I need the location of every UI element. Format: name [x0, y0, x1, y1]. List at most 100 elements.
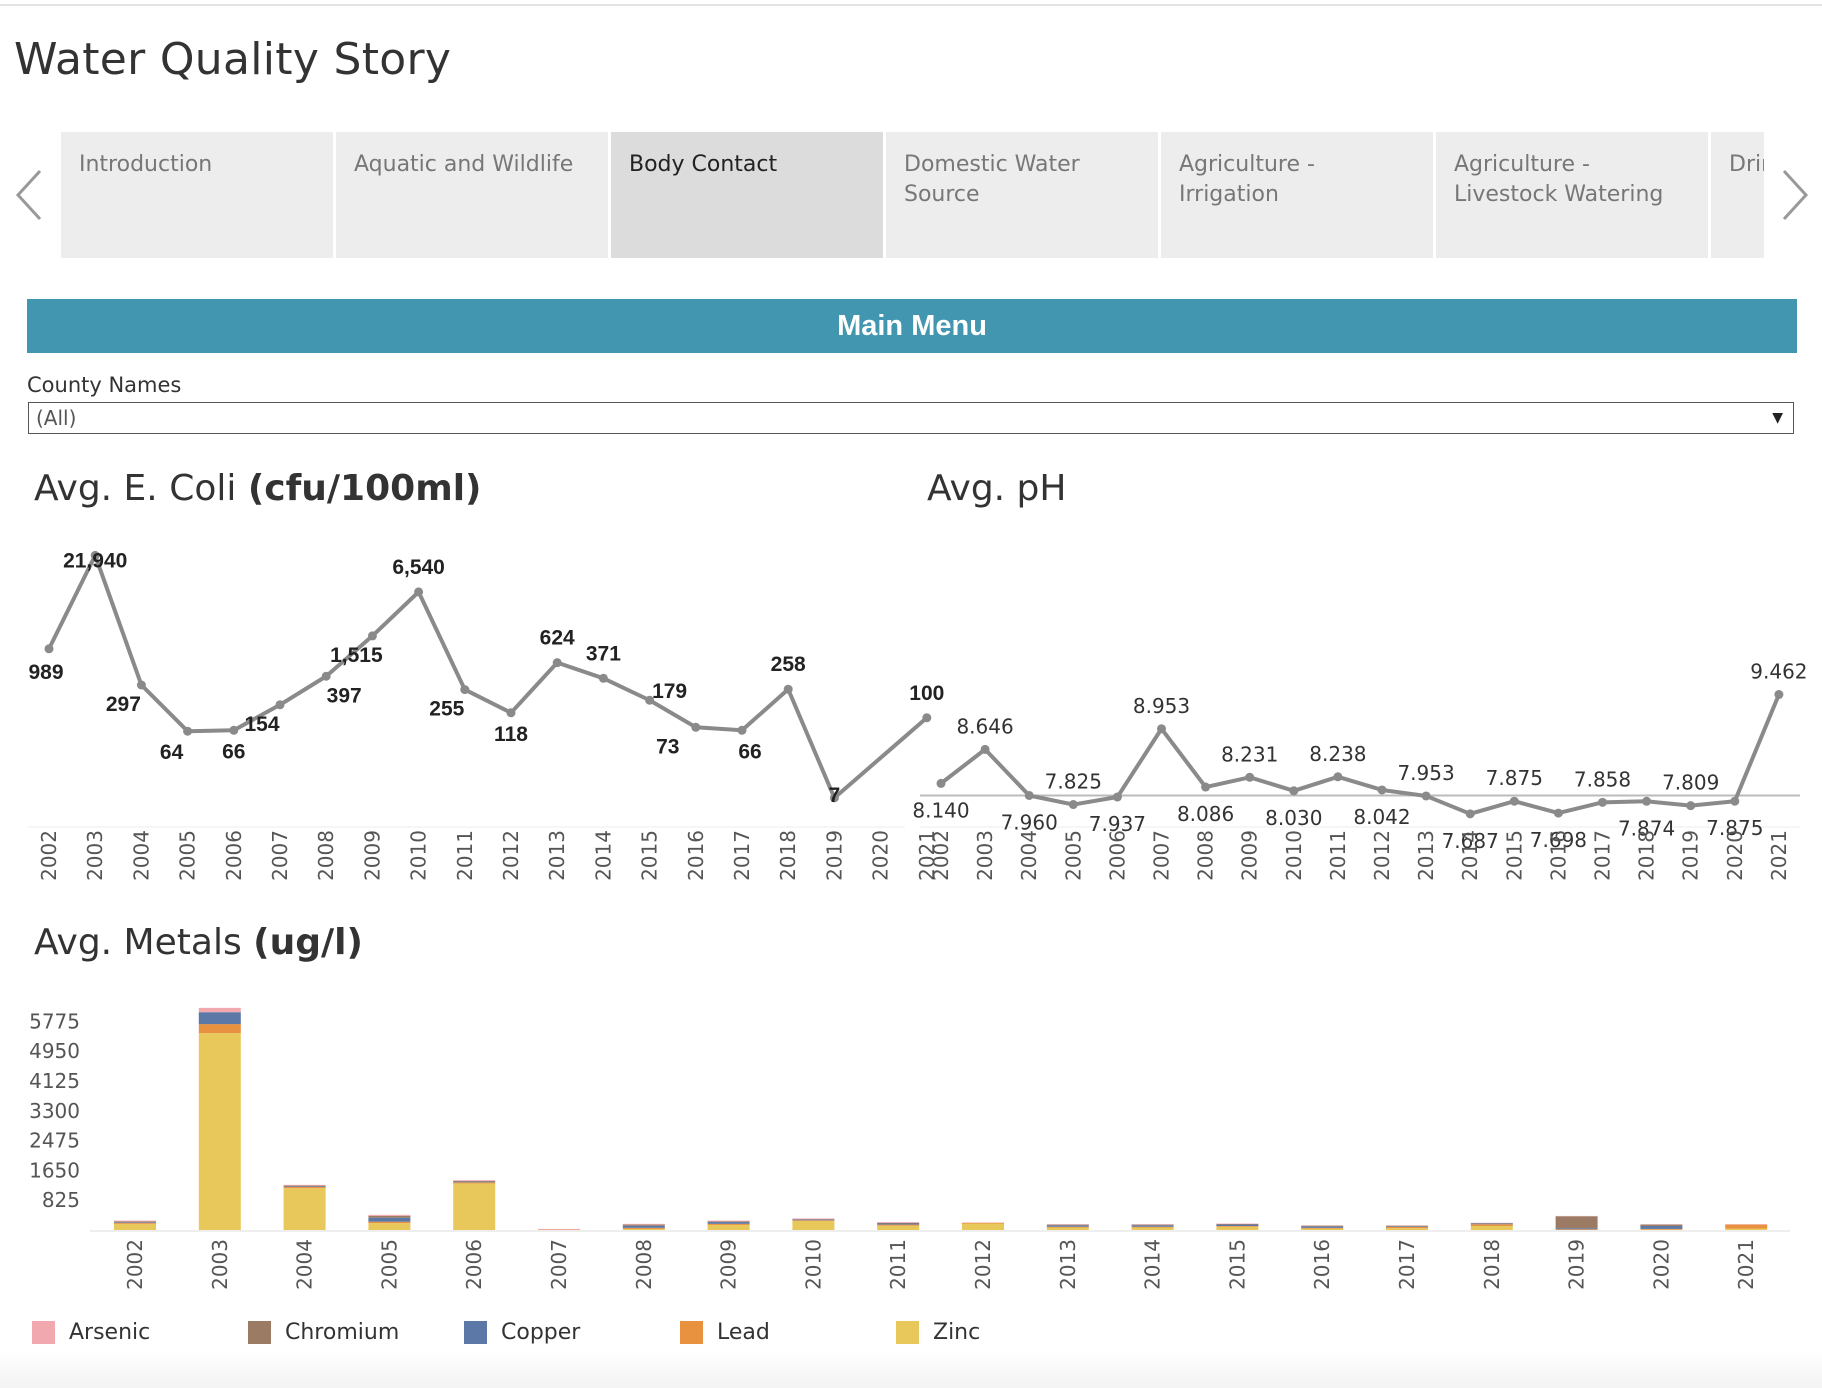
main-menu-button[interactable]: Main Menu — [27, 299, 1797, 353]
metals-bar-2010-zinc — [792, 1220, 835, 1230]
tab-agriculture-livestock-watering[interactable]: Agriculture - Livestock Watering — [1436, 132, 1708, 258]
metals-x-tick-2020: 2020 — [1649, 1239, 1673, 1290]
metals-y-tick-1650: 1650 — [29, 1158, 80, 1182]
ecoli-point-2017 — [737, 725, 747, 735]
metals-bar-2005-chromium — [368, 1215, 411, 1218]
ecoli-point-2005 — [183, 726, 193, 736]
ecoli-data-label-2012: 118 — [494, 723, 528, 746]
ph-point-2002 — [936, 778, 946, 788]
metals-bar-2016-chromium — [1301, 1225, 1344, 1227]
ecoli-x-tick-2008: 2008 — [314, 830, 338, 881]
ph-point-2005 — [1068, 800, 1078, 810]
previous-arrow-icon[interactable] — [12, 165, 46, 225]
metals-y-tick-4950: 4950 — [29, 1039, 80, 1063]
ecoli-point-2012 — [506, 708, 516, 718]
metals-bar-2011-arsenic — [877, 1222, 920, 1223]
ph-x-tick-2017: 2017 — [1591, 830, 1615, 881]
ecoli-x-tick-2012: 2012 — [499, 830, 523, 881]
metals-bar-2017-copper — [1386, 1226, 1428, 1227]
metals-y-tick-3300: 3300 — [29, 1099, 80, 1123]
tab-aquatic-and-wildlife[interactable]: Aquatic and Wildlife — [336, 132, 608, 258]
metals-bar-2009-copper — [707, 1222, 750, 1224]
metals-x-tick-2008: 2008 — [632, 1239, 656, 1290]
ph-x-tick-2005: 2005 — [1061, 830, 1085, 881]
tab-domestic-water-source[interactable]: Domestic Water Source — [886, 132, 1158, 258]
metals-bar-2010-arsenic — [792, 1218, 835, 1220]
ecoli-x-tick-2016: 2016 — [684, 830, 708, 881]
metals-x-tick-2003: 2003 — [208, 1239, 232, 1290]
metals-bar-2016-zinc — [1301, 1228, 1344, 1230]
metals-bar-2019-chromium — [1555, 1216, 1598, 1229]
metals-bar-2006-zinc — [453, 1183, 496, 1230]
metals-bar-2009-zinc — [707, 1224, 750, 1230]
metals-bar-2015-lead — [1216, 1226, 1259, 1227]
ph-point-2013 — [1421, 791, 1431, 801]
ecoli-data-label-2004: 297 — [106, 693, 141, 716]
ecoli-x-tick-2004: 2004 — [129, 830, 153, 881]
legend-item-zinc[interactable]: Zinc — [896, 1320, 980, 1345]
metals-bar-2004-arsenic — [283, 1184, 326, 1186]
ph-data-label-2015: 7.875 — [1486, 766, 1543, 790]
metals-x-tick-2004: 2004 — [293, 1239, 317, 1290]
metals-y-tick-2475: 2475 — [29, 1129, 80, 1153]
metals-bar-2020-copper — [1640, 1226, 1683, 1229]
ph-x-tick-2009: 2009 — [1238, 830, 1262, 881]
metals-bar-2009-chromium — [707, 1221, 750, 1223]
legend-item-copper[interactable]: Copper — [464, 1320, 580, 1345]
metals-bar-2006-chromium — [453, 1180, 496, 1182]
metals-x-tick-2018: 2018 — [1480, 1239, 1504, 1290]
tab-agriculture-irrigation[interactable]: Agriculture - Irrigation — [1161, 132, 1433, 258]
legend-item-chromium[interactable]: Chromium — [248, 1320, 399, 1345]
ph-point-2004 — [1024, 790, 1034, 800]
copper-swatch — [464, 1321, 487, 1344]
metals-bar-2011-copper — [877, 1223, 920, 1225]
ph-x-tick-2016: 2016 — [1546, 830, 1570, 881]
metals-bar-2005-zinc — [368, 1223, 411, 1230]
metals-bar-2017-zinc — [1386, 1228, 1428, 1230]
metals-bar-2016-copper — [1301, 1226, 1344, 1228]
metals-bar-2014-lead — [1131, 1226, 1174, 1228]
ecoli-data-label-2017: 66 — [738, 740, 761, 763]
tab-body-contact[interactable]: Body Contact — [611, 132, 883, 258]
metals-bar-2006-copper — [453, 1181, 496, 1183]
ph-point-2015 — [1509, 796, 1519, 806]
county-filter-dropdown[interactable]: (All) ▼ — [28, 402, 1794, 434]
ph-point-2020 — [1730, 796, 1740, 806]
ph-x-tick-2007: 2007 — [1150, 830, 1174, 881]
ph-x-tick-2018: 2018 — [1635, 830, 1659, 881]
ecoli-data-label-2008: 397 — [327, 684, 362, 707]
next-arrow-icon[interactable] — [1778, 165, 1812, 225]
top-border — [0, 4, 1822, 6]
ph-x-tick-2010: 2010 — [1282, 830, 1306, 881]
ecoli-x-tick-2006: 2006 — [222, 830, 246, 881]
metals-bar-2015-zinc — [1216, 1226, 1259, 1230]
metals-bar-2015-copper — [1216, 1224, 1259, 1227]
ph-x-tick-2011: 2011 — [1326, 830, 1350, 881]
metals-bar-2004-chromium — [283, 1185, 326, 1187]
ecoli-point-2002 — [44, 644, 54, 654]
metals-bar-2008-arsenic — [622, 1223, 665, 1225]
metals-y-tick-4125: 4125 — [29, 1069, 80, 1093]
metals-bar-2003-arsenic — [198, 1007, 241, 1013]
tab-drinking-park[interactable]: Drinking Park — [1711, 132, 1764, 258]
ph-x-tick-2002: 2002 — [929, 830, 953, 881]
metals-x-tick-2017: 2017 — [1395, 1239, 1419, 1290]
ph-data-label-2005: 7.825 — [1045, 770, 1102, 794]
legend-item-lead[interactable]: Lead — [680, 1320, 770, 1345]
tab-introduction[interactable]: Introduction — [61, 132, 333, 258]
ph-x-tick-2014: 2014 — [1458, 830, 1482, 881]
ecoli-chart-title: Avg. E. Coli (cfu/100ml) — [34, 468, 482, 509]
legend-item-arsenic[interactable]: Arsenic — [32, 1320, 150, 1345]
ph-point-2010 — [1289, 786, 1299, 796]
metals-x-tick-2015: 2015 — [1225, 1239, 1249, 1290]
metals-bar-2020-chromium — [1640, 1224, 1683, 1227]
metals-x-tick-2021: 2021 — [1734, 1239, 1758, 1290]
ph-point-2021 — [1774, 690, 1784, 700]
metals-bar-2014-copper — [1131, 1225, 1174, 1227]
ph-data-label-2002: 8.140 — [912, 798, 969, 822]
ecoli-x-tick-2010: 2010 — [407, 830, 431, 881]
metals-bar-2018-lead — [1470, 1224, 1513, 1227]
metals-bar-2005-copper — [368, 1217, 411, 1222]
ecoli-data-label-2002: 989 — [28, 661, 63, 684]
ecoli-data-label-2005: 64 — [160, 741, 184, 764]
